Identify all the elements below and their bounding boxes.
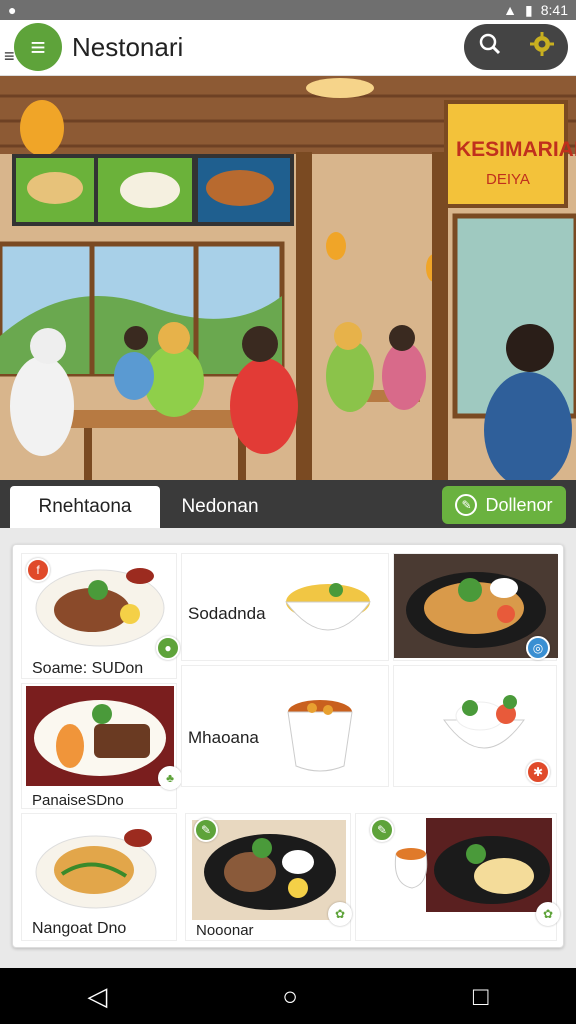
menu-item-name: Nangoat Dno [32,920,127,937]
recents-icon[interactable]: □ [473,981,489,1012]
menu-item-tempura-combo[interactable]: ✎ ✿ [355,813,560,941]
menu-item-name: Sodadnda [188,604,266,623]
tab-nedonan[interactable]: Nedonan [170,486,270,528]
search-icon[interactable] [478,32,502,62]
chili-badge-icon: ✎ [370,818,394,842]
spicy-badge-icon: f [26,558,50,582]
menu-button[interactable]: ≡ [14,23,62,71]
restaurant-sign-subtext: DEIYA [486,171,530,188]
menu-item-nangoat[interactable]: Nangoat Dno [21,813,177,941]
restaurant-sign-text: KESIMARIAN [456,138,576,161]
leaf-icon: ✎ [455,494,478,516]
dollenor-button[interactable]: ✎ Dollenor [442,486,566,524]
leaf-badge-icon: ✎ [194,818,218,842]
system-nav-bar: ◁ ○ □ [0,968,576,1024]
menu-item-rice-bowl[interactable]: ✱ [393,665,557,787]
status-app-icon: ● [8,2,17,18]
menu-item-name: Mhaoana [188,728,259,747]
menu-grid: f ● Soame: SUDon Sodadnda ◎ ♣ PanaiseSDn… [12,544,564,948]
signal-icon: ▲ [503,2,518,18]
menu-item-sodadnda[interactable]: Sodadnda [181,553,389,661]
veg-badge-icon: ✿ [536,902,560,926]
spicy-badge-icon: ✱ [526,760,550,784]
menu-item-mhaoana[interactable]: Mhaoana [181,665,389,787]
menu-item-name: Soame: SUDon [32,660,144,677]
tab-rnehtaona[interactable]: Rnehtaona [10,486,160,528]
app-title: Nestonari [72,32,184,62]
home-icon[interactable]: ○ [282,981,298,1012]
restaurant-hero-image: KESIMARIAN DEIYA [0,76,576,480]
gear-icon[interactable] [529,31,555,63]
tab-bar: Rnehtaona Nedonan ✎ Dollenor [0,480,576,528]
veg-badge-icon: ✿ [328,902,352,926]
hamburger-icon: ≡ [30,31,46,62]
action-pill [464,24,568,70]
dollenor-label: Dollenor [485,494,553,515]
veg-badge-icon: ● [156,636,180,660]
menu-item-soame[interactable]: f ● Soame: SUDon [21,553,180,679]
menu-item-name: Nooonar [196,922,254,939]
leaf-badge-icon: ♣ [158,766,182,790]
status-time: 8:41 [540,2,568,18]
menu-item-nooonar[interactable]: ✎ ✿ Nooonar [185,813,352,941]
menu-item-panaise[interactable]: ♣ PanaiseSDno [21,683,182,809]
info-badge-icon: ◎ [526,636,550,660]
menu-item-name: PanaiseSDno [32,792,124,809]
app-bar: ≡ ≡ Nestonari [0,20,576,76]
back-icon[interactable]: ◁ [87,981,107,1012]
menu-item-noodle-plate[interactable]: ◎ [393,553,558,661]
drawer-edge-icon: ≡ [4,46,15,66]
battery-icon: ▮ [525,1,533,18]
status-bar: ● ▲ ▮ 8:41 [0,0,576,20]
